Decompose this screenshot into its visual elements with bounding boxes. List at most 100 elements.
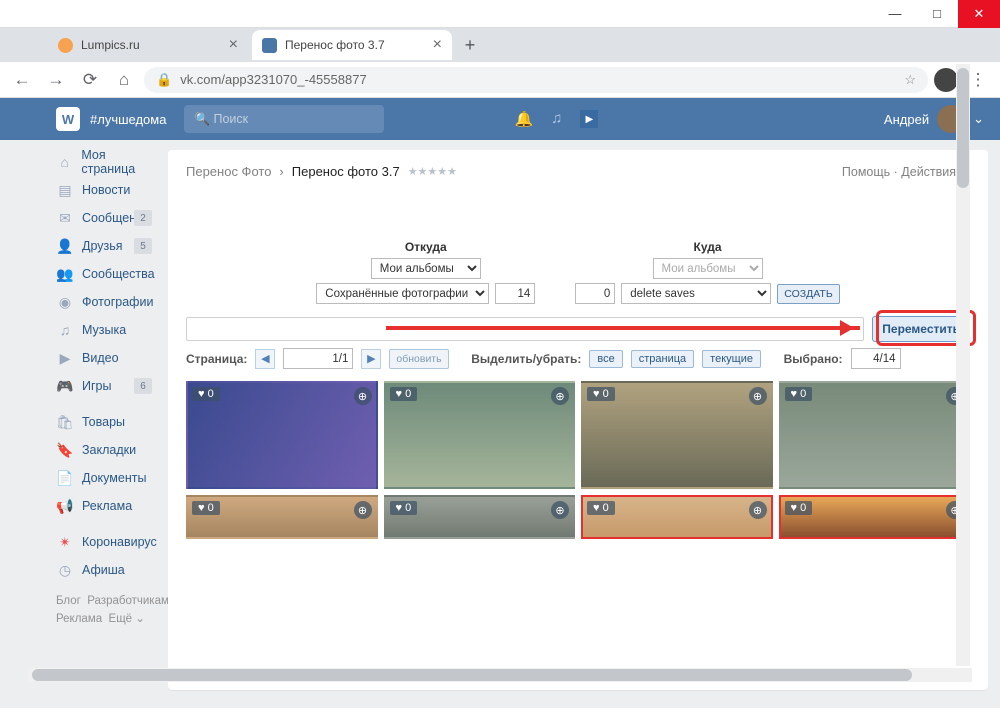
sidebar-item-bookmarks[interactable]: 🔖Закладки xyxy=(56,436,160,464)
footer-more[interactable]: Ещё ⌄ xyxy=(109,613,145,625)
zoom-icon[interactable]: ⊕ xyxy=(749,501,767,519)
news-icon: ▤ xyxy=(56,182,74,199)
from-album-select[interactable]: Сохранённые фотографии xyxy=(316,283,489,304)
horizontal-scrollbar[interactable] xyxy=(28,668,972,682)
next-page-button[interactable]: ▶ xyxy=(361,349,381,369)
breadcrumb-root[interactable]: Перенос Фото xyxy=(186,164,271,179)
search-input[interactable]: 🔍 Поиск xyxy=(184,105,384,133)
refresh-button[interactable]: обновить xyxy=(389,349,448,369)
sidebar-label: Игры xyxy=(82,379,111,393)
zoom-icon[interactable]: ⊕ xyxy=(749,387,767,405)
from-label: Откуда xyxy=(405,240,447,254)
footer-ads[interactable]: Реклама xyxy=(56,613,102,625)
select-page-button[interactable]: страница xyxy=(631,350,694,368)
chevron-down-icon: ⌄ xyxy=(973,111,984,127)
scrollbar-thumb[interactable] xyxy=(957,68,969,188)
sidebar-item-events[interactable]: ◷Афиша xyxy=(56,556,160,584)
window-minimize[interactable]: — xyxy=(874,0,916,28)
footer-blog[interactable]: Блог xyxy=(56,595,81,607)
back-button[interactable]: ← xyxy=(8,66,36,94)
sidebar-item-messages[interactable]: ✉Сообщения2 xyxy=(56,204,160,232)
reload-button[interactable]: ⟳ xyxy=(76,66,104,94)
scrollbar-thumb[interactable] xyxy=(32,669,912,681)
sidebar-item-games[interactable]: 🎮Игры6 xyxy=(56,372,160,400)
close-tab-icon[interactable]: × xyxy=(433,36,442,54)
window-maximize[interactable]: □ xyxy=(916,0,958,28)
page-input[interactable] xyxy=(283,348,353,369)
sidebar-item-friends[interactable]: 👤Друзья5 xyxy=(56,232,160,260)
bell-icon[interactable]: 🔔 xyxy=(514,110,533,128)
goods-icon: 🛍 xyxy=(56,414,74,431)
profile-avatar[interactable] xyxy=(934,68,958,92)
search-placeholder: Поиск xyxy=(214,112,249,126)
from-select[interactable]: Мои альбомы xyxy=(371,258,481,279)
like-badge: ♥ 0 xyxy=(390,387,418,401)
sidebar-label: Новости xyxy=(82,183,130,197)
sidebar-label: Товары xyxy=(82,415,125,429)
sidebar-item-photos[interactable]: ◉ Фотографии xyxy=(56,288,160,316)
sidebar-label: Музыка xyxy=(82,323,126,337)
select-current-button[interactable]: текущие xyxy=(702,350,761,368)
photo-thumb[interactable]: ♥ 0 ⊕ xyxy=(186,495,378,539)
footer-dev[interactable]: Разработчикам xyxy=(87,595,169,607)
friends-icon: 👤 xyxy=(56,238,74,255)
photo-thumb[interactable]: ♥ 0⊕ xyxy=(581,381,773,489)
virus-icon: ✴ xyxy=(56,534,74,551)
prev-page-button[interactable]: ◀ xyxy=(255,349,275,369)
sidebar-item-groups[interactable]: 👥Сообщества xyxy=(56,260,160,288)
controls-row: Страница: ◀ ▶ обновить Выделить/убрать: … xyxy=(186,348,970,369)
photo-thumb[interactable]: ♥ 0⊕ xyxy=(186,381,378,489)
rating-stars[interactable]: ★★★★★ xyxy=(408,165,457,178)
photos-icon: ◉ xyxy=(56,294,74,311)
sidebar-label: Сообщества xyxy=(82,267,155,281)
sidebar-label: Фотографии xyxy=(82,295,153,309)
sidebar-item-video[interactable]: ▶Видео xyxy=(56,344,160,372)
zoom-icon[interactable]: ⊕ xyxy=(551,387,569,405)
chosen-count xyxy=(851,348,901,369)
home-button[interactable]: ⌂ xyxy=(110,66,138,94)
zoom-icon[interactable]: ⊕ xyxy=(354,387,372,405)
new-tab-button[interactable]: + xyxy=(456,31,484,59)
zoom-icon[interactable]: ⊕ xyxy=(354,501,372,519)
username: Андрей xyxy=(884,112,929,127)
photo-thumb-selected[interactable]: ♥ 0⊕ xyxy=(779,495,971,539)
sidebar-item-news[interactable]: ▤ Новости xyxy=(56,176,160,204)
forward-button[interactable]: → xyxy=(42,66,70,94)
tab-perenos[interactable]: Перенос фото 3.7 × xyxy=(252,30,452,60)
star-icon[interactable]: ☆ xyxy=(904,72,916,88)
sidebar-label: Моя страница xyxy=(81,148,160,176)
sidebar-item-profile[interactable]: ⌂Моя страница xyxy=(56,148,160,176)
photo-thumb-selected[interactable]: ♥ 0 ⊕ xyxy=(581,495,773,539)
vk-logo[interactable]: W xyxy=(56,107,80,131)
photo-thumb[interactable]: ♥ 0⊕ xyxy=(779,381,971,489)
hashtag[interactable]: #лучшедома xyxy=(90,112,166,127)
to-album-select[interactable]: delete saves xyxy=(621,283,771,304)
window-close[interactable]: ✕ xyxy=(958,0,1000,28)
tab-title: Lumpics.ru xyxy=(81,38,140,52)
play-icon[interactable]: ▶ xyxy=(580,110,598,128)
sidebar-item-ads[interactable]: 📢Реклама xyxy=(56,492,160,520)
help-link[interactable]: Помощь xyxy=(842,165,890,179)
sidebar-label: Друзья xyxy=(82,239,123,253)
url-input[interactable]: 🔒 vk.com/app3231070_-45558877 ☆ xyxy=(144,67,928,93)
create-button[interactable]: СОЗДАТЬ xyxy=(777,284,839,304)
vertical-scrollbar[interactable] xyxy=(956,64,970,666)
sidebar-label: Видео xyxy=(82,351,119,365)
select-all-button[interactable]: все xyxy=(589,350,622,368)
sidebar-item-docs[interactable]: 📄Документы xyxy=(56,464,160,492)
from-count[interactable] xyxy=(495,283,535,304)
zoom-icon[interactable]: ⊕ xyxy=(551,501,569,519)
sidebar-item-music[interactable]: ♫Музыка xyxy=(56,316,160,344)
like-badge: ♥ 0 xyxy=(192,501,220,515)
sidebar-item-goods[interactable]: 🛍 Товары xyxy=(56,408,160,436)
tab-lumpics[interactable]: Lumpics.ru × xyxy=(48,30,248,60)
close-tab-icon[interactable]: × xyxy=(229,36,238,54)
sidebar-item-covid[interactable]: ✴Коронавирус xyxy=(56,528,160,556)
to-count[interactable] xyxy=(575,283,615,304)
to-select[interactable]: Мои альбомы xyxy=(653,258,763,279)
music-icon[interactable]: ♫ xyxy=(551,110,562,128)
sidebar-footer: Блог Разработчикам Реклама Ещё ⌄ xyxy=(56,584,160,637)
photo-thumb[interactable]: ♥ 0 ⊕ xyxy=(384,381,576,489)
like-badge: ♥ 0 xyxy=(587,501,615,515)
photo-thumb[interactable]: ♥ 0⊕ xyxy=(384,495,576,539)
